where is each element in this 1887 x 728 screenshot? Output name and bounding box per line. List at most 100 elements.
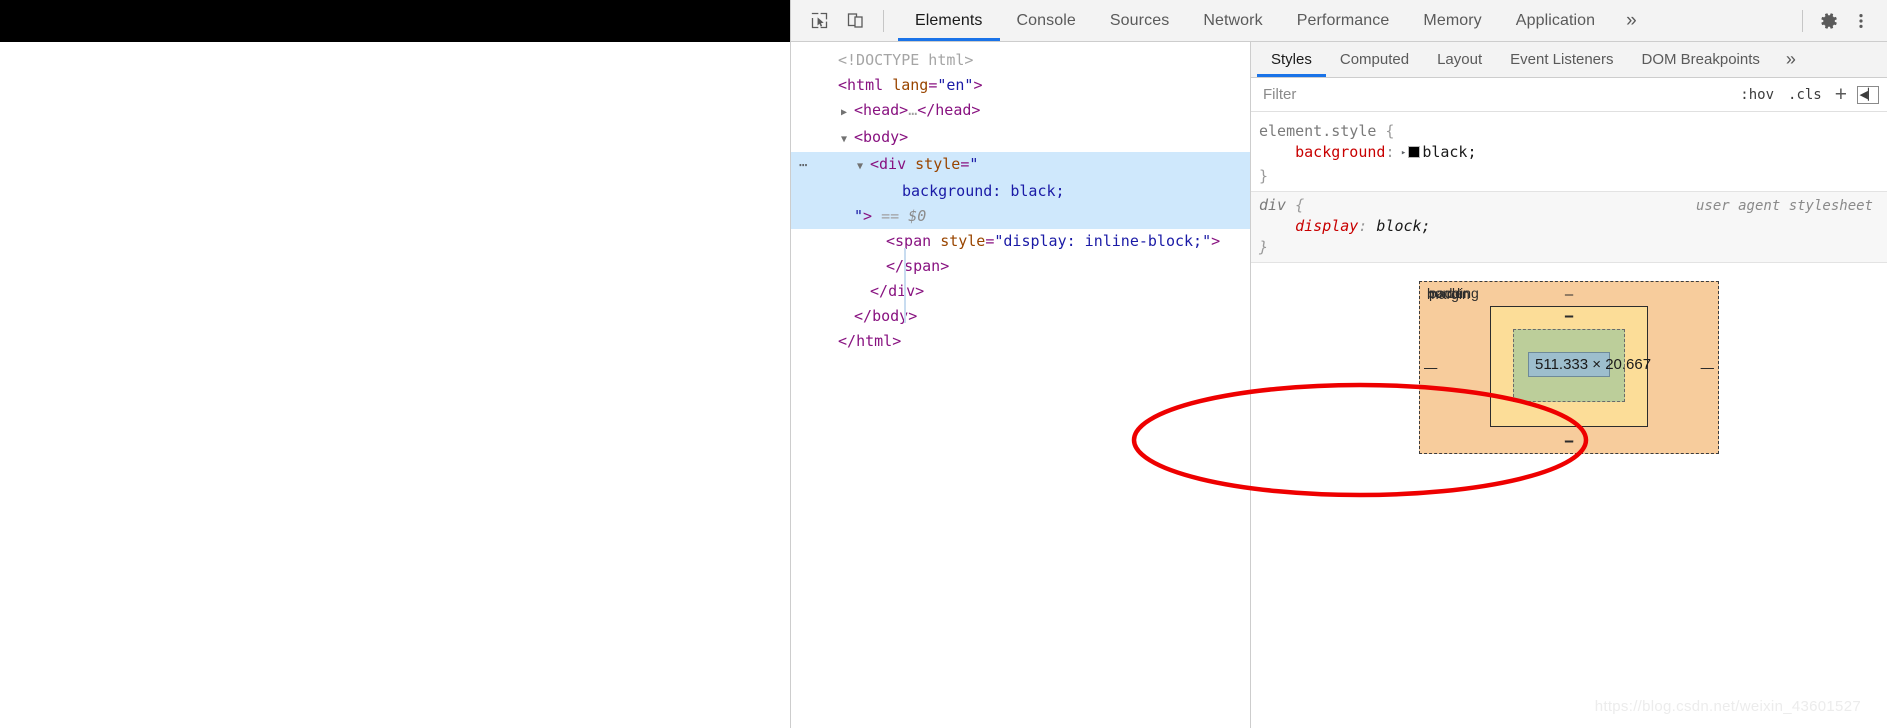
- dom-token: >: [940, 257, 950, 275]
- tab-event-listeners[interactable]: Event Listeners: [1496, 42, 1627, 77]
- dom-tree-line[interactable]: background: black;: [791, 179, 1250, 204]
- tab-styles[interactable]: Styles: [1257, 42, 1326, 77]
- dom-token: "en": [937, 76, 974, 94]
- new-style-rule-button[interactable]: +: [1829, 84, 1853, 105]
- css-value[interactable]: block;: [1376, 217, 1430, 235]
- cursor-select-icon[interactable]: [803, 5, 835, 37]
- dom-token: </: [870, 282, 889, 300]
- tab-network[interactable]: Network: [1186, 0, 1279, 41]
- box-model-margin[interactable]: margin – – – – border – – – – padding – …: [1419, 281, 1719, 454]
- twisty-expanded-icon[interactable]: ▼: [857, 154, 870, 179]
- dom-token: ": [854, 207, 864, 225]
- dom-tree-line[interactable]: </html>: [791, 329, 1250, 354]
- dom-token: </: [917, 101, 936, 119]
- dom-tree-line[interactable]: <!DOCTYPE html>: [791, 48, 1250, 73]
- dom-token: ": [969, 155, 979, 173]
- styles-pane: Styles Computed Layout Event Listeners D…: [1250, 42, 1887, 728]
- twisty-collapsed-icon[interactable]: ▶: [841, 100, 854, 125]
- tab-elements-label: Elements: [915, 11, 983, 29]
- twisty-expanded-icon[interactable]: ▼: [841, 127, 854, 152]
- box-model-diagram: margin – – – – border – – – – padding – …: [1251, 263, 1887, 728]
- dom-token: </: [854, 307, 873, 325]
- cls-toggle[interactable]: .cls: [1781, 87, 1829, 103]
- dom-tree-line[interactable]: <span style="display: inline-block;">: [791, 229, 1250, 254]
- box-model-border[interactable]: border – – – – padding – – – – 511.333 ×…: [1424, 285, 1714, 449]
- tab-sources[interactable]: Sources: [1093, 0, 1186, 41]
- css-declaration[interactable]: display: block;: [1259, 217, 1430, 235]
- dom-token: body: [872, 307, 909, 325]
- padding-right-value[interactable]: –: [1706, 360, 1714, 375]
- dom-token: style: [915, 155, 961, 173]
- css-property[interactable]: background: [1259, 143, 1385, 161]
- tab-dom-breakpoints[interactable]: DOM Breakpoints: [1628, 42, 1774, 77]
- dom-tree-line[interactable]: </div>: [791, 279, 1250, 304]
- dom-token: ==: [881, 207, 900, 225]
- dom-tree-line[interactable]: ⋯ ▼ <div style=": [791, 152, 1250, 179]
- dom-token: =: [960, 155, 970, 173]
- tab-computed[interactable]: Computed: [1326, 42, 1423, 77]
- css-property[interactable]: display: [1259, 217, 1358, 235]
- css-rule[interactable]: user agent stylesheet div { display: bloc…: [1251, 191, 1887, 263]
- devtools-panel: Elements Console Sources Network Perform…: [790, 0, 1887, 728]
- styles-more-tabs-chevron-icon[interactable]: »: [1774, 42, 1808, 77]
- css-selector[interactable]: div: [1259, 196, 1286, 214]
- dom-token: [931, 232, 940, 250]
- box-model-padding[interactable]: padding – – – – 511.333 × 20.667: [1424, 285, 1714, 449]
- tab-performance[interactable]: Performance: [1280, 0, 1407, 41]
- padding-left-value[interactable]: –: [1424, 360, 1432, 375]
- dom-token: head: [935, 101, 972, 119]
- color-swatch[interactable]: [1408, 146, 1421, 158]
- tab-console-label: Console: [1016, 11, 1076, 29]
- dom-token: =: [928, 76, 938, 94]
- styles-tabbar: Styles Computed Layout Event Listeners D…: [1251, 42, 1887, 78]
- dom-tree-line[interactable]: ▶ <head>…</head>: [791, 98, 1250, 125]
- tab-sources-label: Sources: [1109, 11, 1170, 29]
- dom-tree-line[interactable]: <html lang="en">: [791, 73, 1250, 98]
- dom-token: $0: [908, 207, 927, 225]
- dom-node-more-icon[interactable]: ⋯: [799, 153, 808, 178]
- more-tabs-chevron-icon[interactable]: »: [1612, 0, 1651, 41]
- dom-tree-pane[interactable]: <!DOCTYPE html> <html lang="en"> ▶ <head>…<…: [791, 42, 1250, 728]
- tab-dom-breakpoints-label: DOM Breakpoints: [1641, 51, 1760, 68]
- margin-top-value[interactable]: –: [1565, 287, 1573, 302]
- filter-input[interactable]: [1257, 86, 1734, 103]
- dom-tree-line[interactable]: ▼ <body>: [791, 125, 1250, 152]
- devtools-tabs: Elements Console Sources Network Perform…: [898, 0, 1651, 41]
- dom-tree-line[interactable]: "> == $0: [791, 204, 1250, 229]
- dom-token: >: [915, 282, 925, 300]
- css-rule[interactable]: element.style { background: ▸ black;}: [1251, 118, 1887, 191]
- tab-layout[interactable]: Layout: [1423, 42, 1496, 77]
- box-model-content-size[interactable]: 511.333 × 20.667: [1528, 352, 1651, 377]
- dom-token: html: [847, 76, 884, 94]
- black-background-div: [0, 0, 790, 42]
- tab-console[interactable]: Console: [1000, 0, 1093, 41]
- padding-bottom-value[interactable]: –: [1565, 434, 1573, 449]
- tab-styles-label: Styles: [1271, 51, 1312, 68]
- css-selector[interactable]: element.style: [1259, 122, 1376, 140]
- dom-token: <!DOCTYPE html>: [838, 51, 974, 69]
- hov-toggle[interactable]: :hov: [1733, 87, 1781, 103]
- gear-icon[interactable]: [1813, 5, 1845, 37]
- toolbar-icons: [791, 0, 898, 41]
- dom-token: >: [863, 207, 873, 225]
- css-value[interactable]: black;: [1422, 143, 1476, 161]
- shorthand-expand-icon[interactable]: ▸: [1395, 143, 1406, 164]
- tab-memory[interactable]: Memory: [1406, 0, 1498, 41]
- dom-token: div: [888, 282, 916, 300]
- padding-top-value[interactable]: –: [1565, 308, 1573, 323]
- panel-toggle-icon[interactable]: ◀▏: [1857, 85, 1879, 104]
- dom-token: </: [838, 332, 857, 350]
- devtools-body: <!DOCTYPE html> <html lang="en"> ▶ <head>…<…: [791, 42, 1887, 728]
- tab-performance-label: Performance: [1296, 11, 1390, 29]
- dom-tree-line[interactable]: </body>: [791, 304, 1250, 329]
- dom-token: background: black;: [902, 182, 1065, 200]
- tab-event-listeners-label: Event Listeners: [1510, 51, 1614, 68]
- kebab-menu-icon[interactable]: [1845, 5, 1877, 37]
- css-declaration[interactable]: background: ▸ black;: [1259, 143, 1476, 164]
- dom-token: <: [838, 76, 848, 94]
- dom-token: …: [908, 101, 918, 119]
- device-toolbar-icon[interactable]: [839, 5, 871, 37]
- dom-tree-line[interactable]: </span>: [791, 254, 1250, 279]
- tab-elements[interactable]: Elements: [898, 0, 1000, 41]
- tab-application[interactable]: Application: [1499, 0, 1612, 41]
